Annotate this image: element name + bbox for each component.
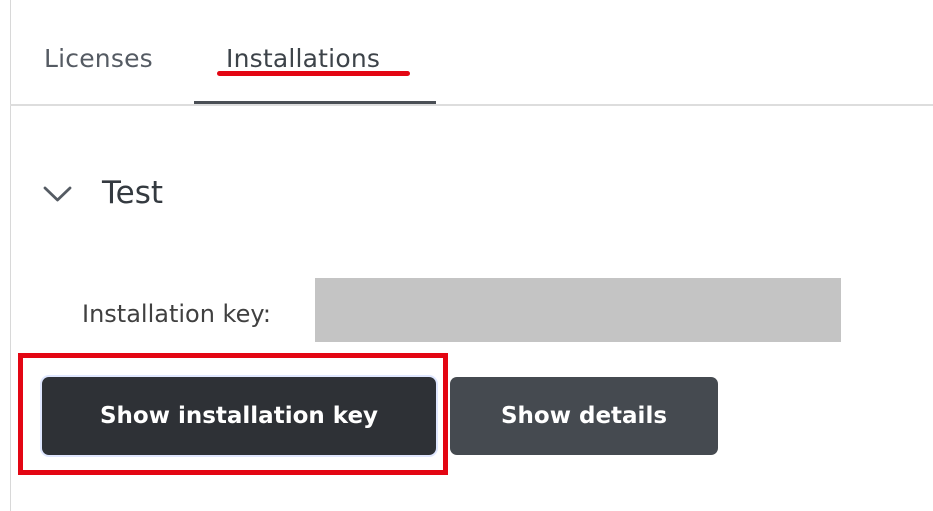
- show-details-button[interactable]: Show details: [450, 377, 718, 455]
- installation-accordion-header[interactable]: Test: [42, 166, 292, 222]
- tab-bar-divider: [10, 104, 933, 106]
- chevron-down-icon: [43, 186, 72, 202]
- installation-name: Test: [102, 175, 164, 211]
- tab-licenses[interactable]: Licenses: [44, 38, 170, 80]
- installation-key-label: Installation key:: [82, 300, 271, 328]
- annotation-underline: [217, 71, 410, 76]
- show-installation-key-button[interactable]: Show installation key: [42, 377, 436, 455]
- installation-key-value-redacted: [315, 278, 841, 342]
- tab-bar: Licenses Installations: [0, 0, 933, 106]
- installations-page: Licenses Installations Test Installation…: [0, 0, 933, 511]
